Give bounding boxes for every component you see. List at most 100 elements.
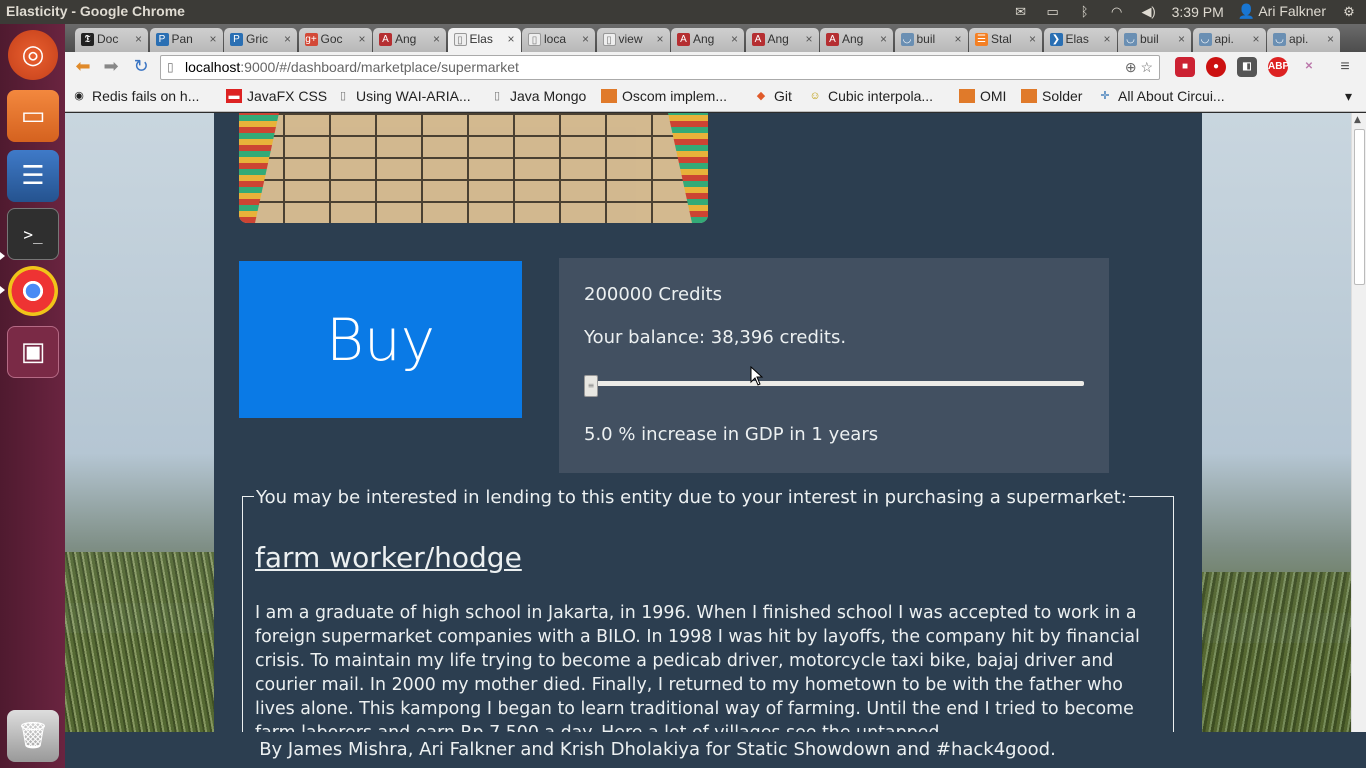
browser-tab[interactable]: A Ang × [671,28,744,52]
terminal-icon[interactable]: >_ [7,208,59,260]
bookmark-item[interactable]: ✛ All About Circui... [1097,88,1225,104]
bookmark-item[interactable]: ▬ JavaFX CSS [226,88,327,104]
ubuntu-dash-icon[interactable]: ◎ [8,30,58,80]
bluetooth-icon[interactable]: ᛒ [1076,4,1094,20]
slider-thumb[interactable]: ≡ [584,375,598,397]
close-tab-icon[interactable]: × [880,28,887,50]
bookmark-item[interactable]: Oscom implem... [601,88,727,104]
tab-strip: 𝕿 Doc × P Pan × P Gric × g+ Goc × A Ang × ▯ Elas × ▯ loca × ▯… [65,24,1366,53]
back-icon[interactable]: ⬅ [71,56,95,78]
close-tab-icon[interactable]: × [731,28,738,50]
tab-label: Pan [171,32,193,46]
star-icon[interactable]: ☆ [1140,59,1153,75]
files-icon[interactable]: ▭ [7,90,59,142]
clock[interactable]: 3:39 PM [1172,4,1224,20]
bookmark-item[interactable]: ◆ Git [753,88,792,104]
forward-icon[interactable]: ➡ [99,56,123,78]
main-content: Buy 200000 Credits Your balance: 38,396 … [214,113,1202,732]
close-tab-icon[interactable]: × [1252,28,1259,50]
close-tab-icon[interactable]: × [656,28,663,50]
browser-tab[interactable]: ◡ buil × [1118,28,1191,52]
tab-label: Ang [767,32,789,46]
close-tab-icon[interactable]: × [1327,28,1334,50]
wifi-icon[interactable]: ◠ [1108,4,1126,20]
browser-tab[interactable]: A Ang × [745,28,819,52]
page-icon: ▯ [453,33,467,46]
url-path: :9000/#/dashboard/marketplace/supermarke… [240,59,519,75]
puzzle-ext-icon[interactable]: ◧ [1237,57,1257,77]
close-tab-icon[interactable]: × [1029,28,1036,50]
tab-label: api. [1214,32,1234,46]
page-icon: ▯ [602,33,616,46]
github-icon: ◉ [74,90,84,102]
close-tab-icon[interactable]: × [582,28,589,50]
browser-tab[interactable]: ☰ Stal × [969,28,1042,52]
slider-track[interactable] [584,381,1084,386]
browser-tab[interactable]: g+ Goc × [298,28,372,52]
credit-slider[interactable]: ≡ [584,375,1084,397]
close-tab-icon[interactable]: × [433,28,440,50]
close-tab-icon[interactable]: × [135,28,142,50]
bookmark-item[interactable]: Solder [1021,88,1082,104]
tab-label: Doc [97,32,119,46]
bookmark-item[interactable]: OMI [959,88,1006,104]
bookmark-item[interactable]: ▯ Using WAI-ARIA... [335,88,471,104]
p-icon: P [155,33,169,46]
buy-button[interactable]: Buy [239,261,522,418]
reload-icon[interactable]: ↻ [129,56,153,78]
page-scrollbar[interactable]: ▲ [1351,113,1366,732]
writer-icon[interactable]: ☰ [7,150,59,202]
adblock-icon[interactable]: ABP [1268,57,1289,77]
bookmarks-overflow-icon[interactable]: ▾ [1345,88,1352,105]
close-tab-icon[interactable]: × [358,28,365,50]
gear-icon[interactable]: ⚙ [1340,4,1358,20]
bookmark-item[interactable]: ▯ Java Mongo [489,88,586,104]
browser-tab[interactable]: A Ang × [820,28,893,52]
close-tab-icon[interactable]: × [507,28,514,50]
browser-tab[interactable]: ▯ view × [596,28,670,52]
active-indicator [0,286,5,294]
angular-icon: A [677,33,690,46]
bookmark-ext-icon[interactable]: ■ [1175,57,1195,77]
mail-icon[interactable]: ✉ [1012,4,1030,20]
tab-label: buil [916,32,936,46]
browser-tab[interactable]: P Pan × [149,28,223,52]
gdp-increase-text: 5.0 % increase in GDP in 1 years [584,424,879,445]
browser-tab[interactable]: ◡ api. × [1192,28,1266,52]
close-tab-icon[interactable]: × [1103,28,1110,50]
volume-icon[interactable]: ◀) [1140,4,1158,20]
scroll-up-icon[interactable]: ▲ [1354,115,1361,125]
close-tab-icon[interactable]: × [954,28,961,50]
browser-tab[interactable]: 𝕿 Doc × [75,28,148,52]
user-menu[interactable]: 👤 Ari Falkner [1238,3,1326,20]
chrome-icon[interactable] [8,266,58,316]
browser-tab[interactable]: A Ang × [373,28,446,52]
close-tab-icon[interactable]: × [1178,28,1185,50]
browser-tab[interactable]: ◡ buil × [894,28,968,52]
close-tab-icon[interactable]: × [209,28,216,50]
active-indicator [0,252,5,260]
zoom-icon[interactable]: ⊕ [1125,59,1137,75]
bookmark-item[interactable]: ◉ Redis fails on h... [71,88,199,104]
browser-tab[interactable]: ▯ loca × [522,28,595,52]
entity-title-link[interactable]: farm worker/hodge [255,541,522,574]
browser-tab[interactable]: ❯ Elas × [1043,28,1117,52]
trash-icon[interactable]: 🗑 [7,710,59,762]
feather-ext-icon[interactable]: ✕ [1299,57,1319,77]
bookmark-label: All About Circui... [1118,88,1225,104]
workspaces-icon[interactable]: ▣ [7,326,59,378]
address-bar[interactable]: ▯ localhost:9000/#/dashboard/marketplace… [160,55,1160,80]
close-tab-icon[interactable]: × [284,28,291,50]
browser-tab[interactable]: ◡ api. × [1267,28,1340,52]
bookmark-item[interactable]: ☺ Cubic interpola... [807,88,933,104]
balance-text: Your balance: 38,396 credits. [584,327,847,348]
menu-icon[interactable]: ≡ [1335,57,1355,77]
browser-tab[interactable]: ▯ Elas × [447,28,521,53]
battery-icon[interactable]: ▭ [1044,4,1062,20]
tab-label: Stal [991,32,1012,46]
close-tab-icon[interactable]: × [805,28,812,50]
scrollbar-thumb[interactable] [1354,129,1365,285]
background-reeds [1201,572,1351,732]
browser-tab[interactable]: P Gric × [224,28,297,52]
stop-ext-icon[interactable]: ● [1206,57,1226,77]
